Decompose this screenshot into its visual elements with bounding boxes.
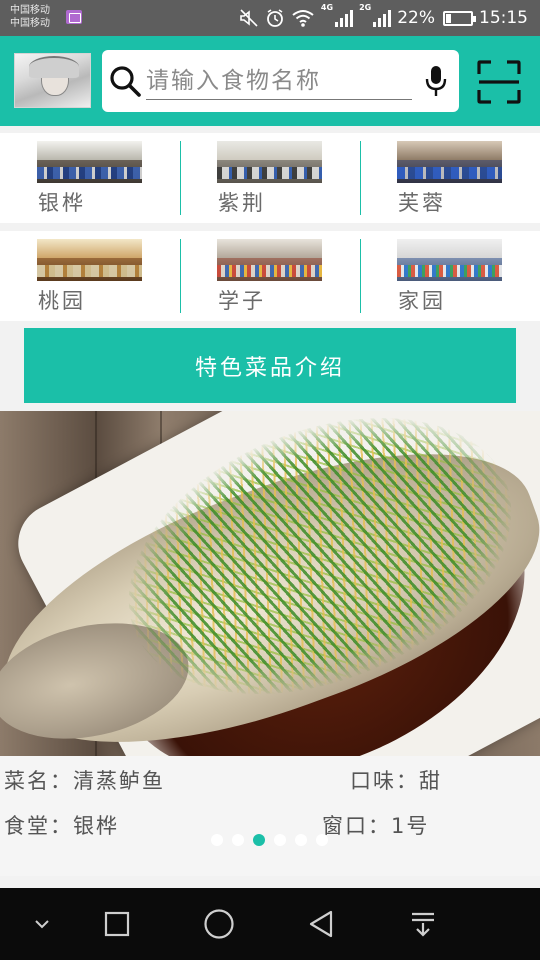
canteen-item-taoyuan[interactable]: 桃园: [0, 231, 180, 321]
battery-percent: 22%: [397, 8, 435, 28]
collapse-button[interactable]: [22, 904, 62, 944]
dish-canteen-value: 银桦: [73, 814, 119, 838]
alarm-icon: [265, 7, 285, 29]
carousel-dot[interactable]: [316, 834, 328, 846]
canteen-item-furong[interactable]: 芙蓉: [360, 133, 540, 223]
canteen-item-zijing[interactable]: 紫荆: [180, 133, 360, 223]
dish-taste-value: 甜: [419, 769, 442, 793]
app-header: [0, 36, 540, 126]
canteen-grid-row-1: 银桦 紫荆 芙蓉: [0, 133, 540, 223]
carousel-dot[interactable]: [211, 834, 223, 846]
canteen-label: 学子: [218, 289, 266, 313]
dish-name-row: 菜名：清蒸鲈鱼: [4, 765, 165, 795]
canteen-photo: [397, 141, 502, 183]
canteen-item-jiayuan[interactable]: 家园: [360, 231, 540, 321]
dish-canteen-row: 食堂：银桦: [4, 810, 119, 840]
dish-window-label: 窗口：: [322, 814, 391, 838]
canteen-label: 家园: [398, 289, 446, 313]
home-icon: [204, 909, 234, 939]
system-nav-bar: [0, 888, 540, 960]
dish-info-panel: 菜名：清蒸鲈鱼 口味：甜 食堂：银桦 窗口：1号: [0, 756, 540, 876]
chevron-down-icon: [35, 920, 49, 929]
recents-icon: [104, 911, 130, 937]
mic-icon[interactable]: [424, 64, 448, 98]
canteen-label: 芙蓉: [398, 191, 446, 215]
network-2g: 2G: [359, 3, 372, 12]
canteen-grid-row-2: 桃园 学子 家园: [0, 231, 540, 321]
battery-icon: [443, 10, 476, 26]
canteen-photo: [217, 141, 322, 183]
user-avatar[interactable]: [14, 53, 91, 108]
carousel-dot[interactable]: [253, 834, 265, 846]
canteen-item-yinhua[interactable]: 银桦: [0, 133, 180, 223]
back-icon: [309, 910, 333, 938]
dish-window-row: 窗口：1号: [322, 810, 429, 840]
gallery-notification-icon: [66, 10, 82, 24]
silent-icon: [239, 7, 259, 29]
battery-level: [446, 13, 451, 23]
food-search-input[interactable]: [146, 62, 412, 100]
notification-shade-button[interactable]: [403, 904, 443, 944]
dish-photo[interactable]: [0, 411, 540, 756]
canteen-item-xuezi[interactable]: 学子: [180, 231, 360, 321]
network-4g: 4G: [320, 3, 334, 12]
dish-window-value: 1号: [391, 814, 430, 838]
canteen-photo: [37, 141, 142, 183]
carousel-dot[interactable]: [295, 834, 307, 846]
canteen-label: 银桦: [38, 191, 86, 215]
scan-icon[interactable]: [477, 60, 521, 104]
carousel-dot[interactable]: [232, 834, 244, 846]
wifi-icon: [291, 7, 315, 29]
carrier-1: 中国移动: [10, 5, 50, 16]
dish-name-label: 菜名：: [4, 769, 73, 793]
canteen-label: 桃园: [38, 289, 86, 313]
notification-icon: [412, 912, 434, 937]
recents-button[interactable]: [97, 904, 137, 944]
dish-taste-row: 口味：甜: [350, 765, 442, 795]
status-icons: 4G 2G 22% 15:15: [239, 0, 528, 36]
search-icon[interactable]: [108, 64, 142, 98]
canteen-photo: [397, 239, 502, 281]
home-button[interactable]: [199, 904, 239, 944]
canteen-photo: [217, 239, 322, 281]
featured-dishes-button[interactable]: 特色菜品介绍: [24, 328, 516, 403]
canteen-photo: [37, 239, 142, 281]
carousel-indicator: [211, 834, 328, 846]
clock: 15:15: [479, 8, 528, 28]
search-bar: [102, 50, 459, 112]
dish-taste-label: 口味：: [350, 769, 419, 793]
dish-canteen-label: 食堂：: [4, 814, 73, 838]
carrier-info: 中国移动 中国移动: [10, 4, 50, 30]
canteen-label: 紫荆: [218, 191, 266, 215]
carrier-2: 中国移动: [10, 18, 50, 29]
status-bar: 中国移动 中国移动 4G 2G 22% 15:15: [0, 0, 540, 36]
back-button[interactable]: [301, 904, 341, 944]
signal-4g-icon: [335, 9, 354, 27]
dish-name-value: 清蒸鲈鱼: [73, 769, 165, 793]
carousel-dot[interactable]: [274, 834, 286, 846]
signal-2g-icon: [373, 9, 392, 27]
